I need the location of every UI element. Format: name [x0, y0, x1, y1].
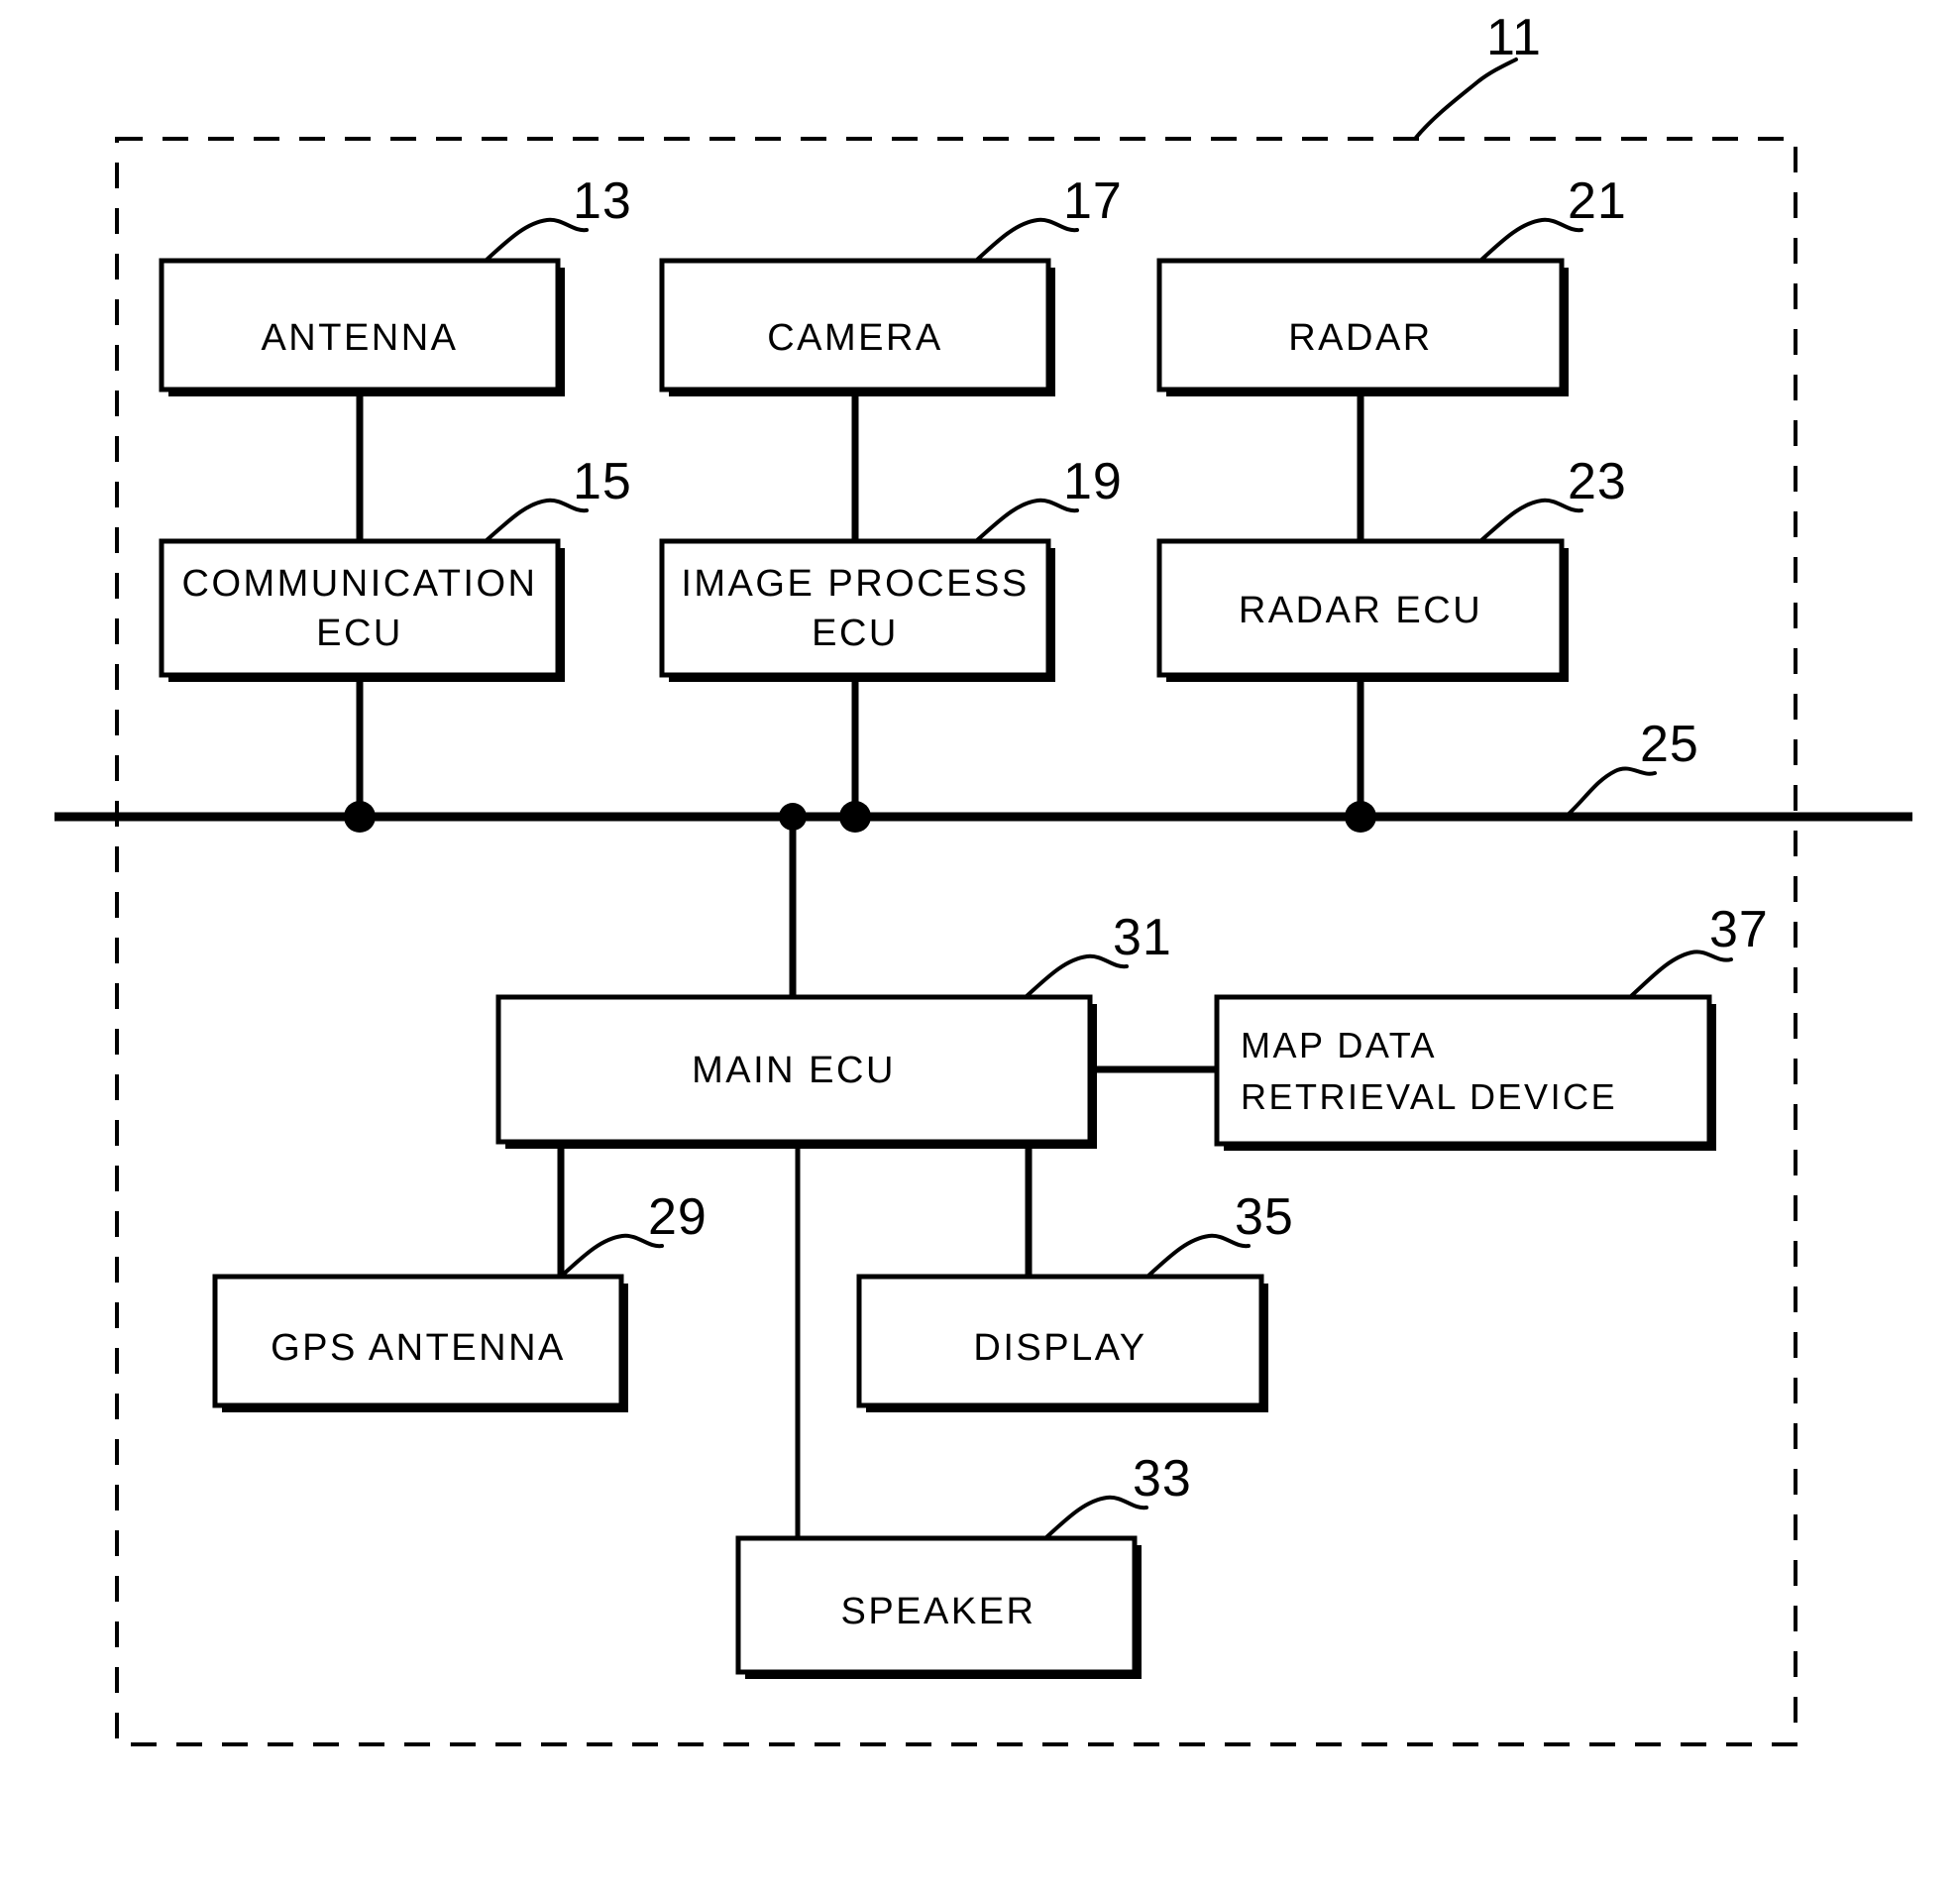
bus-junction-dot-radar — [1345, 801, 1376, 833]
ref-num-13: 13 — [573, 172, 632, 230]
leader-line-23 — [1478, 498, 1583, 543]
leader-line-19 — [974, 498, 1079, 543]
leader-line-35 — [1145, 1233, 1251, 1279]
ref-num-33: 33 — [1133, 1450, 1192, 1508]
radar-ecu-label: RADAR ECU — [1239, 590, 1482, 631]
gps-antenna-label: GPS ANTENNA — [271, 1327, 566, 1369]
antenna-label: ANTENNA — [261, 317, 458, 359]
communication-ecu-label-line1: COMMUNICATION — [182, 563, 538, 605]
block-diagram-svg: 11 ANTENNA 13 COMMUNICATION ECU 15 CAMER… — [54, 9, 1912, 1746]
leader-line-29 — [559, 1233, 664, 1279]
display-label: DISPLAY — [973, 1327, 1146, 1369]
camera-label: CAMERA — [767, 317, 943, 359]
image-process-ecu-box — [659, 538, 1051, 678]
bus-junction-dot-image-process — [839, 801, 871, 833]
ref-num-35: 35 — [1235, 1188, 1294, 1246]
radar-label: RADAR — [1288, 317, 1433, 359]
map-data-label-line2: RETRIEVAL DEVICE — [1241, 1076, 1617, 1117]
ref-num-21: 21 — [1568, 172, 1627, 230]
communication-ecu-label-line2: ECU — [316, 613, 403, 654]
ref-num-31: 31 — [1113, 909, 1172, 966]
bus-junction-dot-communication — [344, 801, 376, 833]
figure-canvas: 11 ANTENNA 13 COMMUNICATION ECU 15 CAMER… — [0, 0, 1960, 1901]
ref-num-23: 23 — [1568, 453, 1627, 510]
ref-num-25: 25 — [1640, 716, 1699, 773]
communication-ecu-box — [159, 538, 561, 678]
leader-line-15 — [484, 498, 589, 543]
ref-num-17: 17 — [1063, 172, 1123, 230]
leader-line-11 — [1413, 57, 1518, 141]
image-process-ecu-label-line1: IMAGE PROCESS — [681, 563, 1029, 605]
ref-num-37: 37 — [1709, 901, 1769, 958]
ref-num-11: 11 — [1486, 9, 1542, 66]
speaker-label: SPEAKER — [840, 1591, 1035, 1632]
leader-line-31 — [1024, 953, 1129, 999]
image-process-ecu-label-line2: ECU — [812, 613, 899, 654]
main-ecu-label: MAIN ECU — [692, 1050, 896, 1091]
ref-num-29: 29 — [648, 1188, 708, 1246]
leader-line-37 — [1628, 950, 1733, 999]
leader-line-33 — [1043, 1495, 1148, 1540]
ref-num-19: 19 — [1063, 453, 1123, 510]
map-data-label-line1: MAP DATA — [1241, 1025, 1437, 1065]
leader-line-25 — [1564, 766, 1657, 819]
ref-num-15: 15 — [573, 453, 632, 510]
leader-line-21 — [1478, 217, 1583, 263]
leader-line-13 — [484, 217, 589, 263]
map-data-box — [1214, 994, 1712, 1147]
leader-line-17 — [974, 217, 1079, 263]
